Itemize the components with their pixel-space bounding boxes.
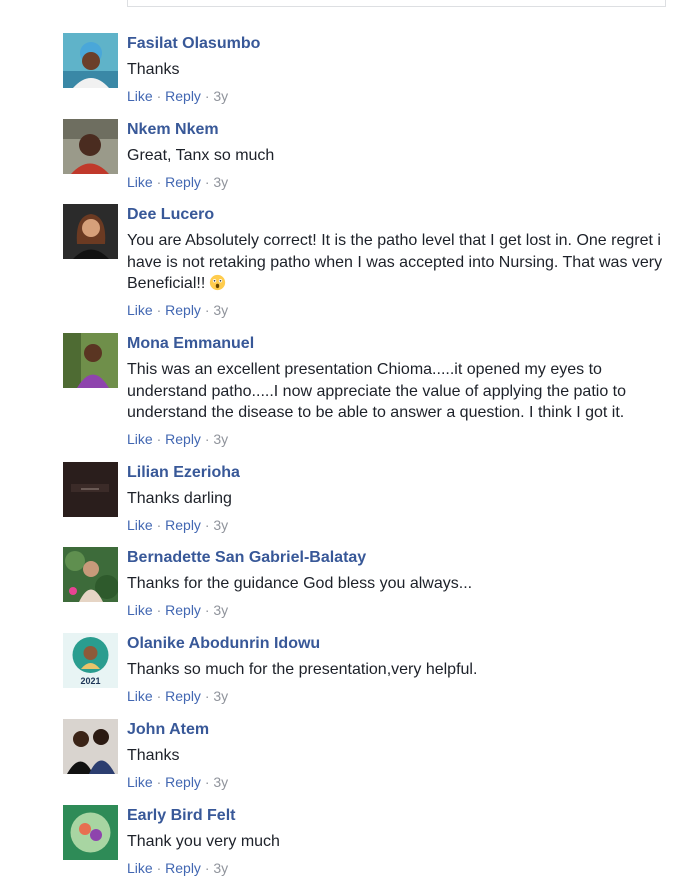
comment-actions: Like · Reply · 3y xyxy=(127,687,673,705)
comment-actions: Like · Reply · 3y xyxy=(127,601,673,619)
timestamp[interactable]: 3y xyxy=(213,517,228,533)
comment-text: This was an excellent presentation Chiom… xyxy=(127,361,627,421)
separator: · xyxy=(156,430,162,447)
comment-text: You are Absolutely correct! It is the pa… xyxy=(127,230,673,295)
comment-author[interactable]: Nkem Nkem xyxy=(127,120,673,140)
avatar[interactable] xyxy=(63,333,118,388)
separator: · xyxy=(156,301,162,318)
comment-text: Thanks xyxy=(127,61,180,78)
comment-text: Thanks so much for the presentation,very… xyxy=(127,661,478,678)
comment-author[interactable]: Mona Emmanuel xyxy=(127,334,673,354)
timestamp[interactable]: 3y xyxy=(213,174,228,190)
comment-author[interactable]: Dee Lucero xyxy=(127,205,673,225)
comment-author[interactable]: Olanike Abodunrin Idowu xyxy=(127,634,673,654)
reply-composer-box[interactable] xyxy=(127,0,666,7)
avatar[interactable] xyxy=(63,805,118,860)
separator: · xyxy=(156,601,162,618)
separator: · xyxy=(156,687,162,704)
timestamp[interactable]: 3y xyxy=(213,302,228,318)
separator: · xyxy=(204,516,210,533)
timestamp[interactable]: 3y xyxy=(213,688,228,704)
avatar[interactable] xyxy=(63,547,118,602)
comment-text: Thanks for the guidance God bless you al… xyxy=(127,575,473,592)
reply-link[interactable]: Reply xyxy=(165,688,201,704)
comment-actions: Like · Reply · 3y xyxy=(127,301,673,319)
reply-link[interactable]: Reply xyxy=(165,517,201,533)
avatar-year-text: 2021 xyxy=(80,676,100,686)
reply-link[interactable]: Reply xyxy=(165,88,201,104)
comment-actions: Like · Reply · 3y xyxy=(127,516,673,534)
like-link[interactable]: Like xyxy=(127,517,153,533)
like-link[interactable]: Like xyxy=(127,302,153,318)
reply-link[interactable]: Reply xyxy=(165,302,201,318)
comment-text-content: You are Absolutely correct! It is the pa… xyxy=(127,232,663,292)
separator: · xyxy=(204,301,210,318)
like-link[interactable]: Like xyxy=(127,688,153,704)
reply-link[interactable]: Reply xyxy=(165,774,201,790)
comment-author[interactable]: Fasilat Olasumbo xyxy=(127,34,673,54)
comment-actions: Like · Reply · 3y xyxy=(127,430,673,448)
like-link[interactable]: Like xyxy=(127,860,153,876)
avatar[interactable] xyxy=(63,119,118,174)
timestamp[interactable]: 3y xyxy=(213,431,228,447)
avatar[interactable] xyxy=(63,204,118,259)
comment-text: Thank you very much xyxy=(127,833,280,850)
like-link[interactable]: Like xyxy=(127,88,153,104)
reply-link[interactable]: Reply xyxy=(165,860,201,876)
separator: · xyxy=(156,173,162,190)
comment-actions: Like · Reply · 3y xyxy=(127,773,673,791)
separator: · xyxy=(204,601,210,618)
reply-link[interactable]: Reply xyxy=(165,431,201,447)
comment-author[interactable]: Bernadette San Gabriel-Balatay xyxy=(127,548,673,568)
separator: · xyxy=(204,87,210,104)
timestamp[interactable]: 3y xyxy=(213,88,228,104)
comment-text: Great, Tanx so much xyxy=(127,147,275,164)
comment-text: Thanks xyxy=(127,747,180,764)
comment-actions: Like · Reply · 3y xyxy=(127,859,673,877)
comment-author[interactable]: Lilian Ezerioha xyxy=(127,463,673,483)
comment-actions: Like · Reply · 3y xyxy=(127,173,673,191)
comment-text: Thanks darling xyxy=(127,490,232,507)
timestamp[interactable]: 3y xyxy=(213,860,228,876)
avatar[interactable]: 2021 xyxy=(63,633,118,688)
separator: · xyxy=(204,687,210,704)
comment-author[interactable]: Early Bird Felt xyxy=(127,806,673,826)
separator: · xyxy=(204,173,210,190)
like-link[interactable]: Like xyxy=(127,602,153,618)
separator: · xyxy=(156,859,162,876)
reply-link[interactable]: Reply xyxy=(165,174,201,190)
like-link[interactable]: Like xyxy=(127,431,153,447)
avatar[interactable] xyxy=(63,719,118,774)
avatar[interactable] xyxy=(63,462,118,517)
astonished-face-icon xyxy=(210,274,226,291)
separator: · xyxy=(204,430,210,447)
like-link[interactable]: Like xyxy=(127,174,153,190)
like-link[interactable]: Like xyxy=(127,774,153,790)
separator: · xyxy=(156,516,162,533)
separator: · xyxy=(156,773,162,790)
comment-actions: Like · Reply · 3y xyxy=(127,87,673,105)
timestamp[interactable]: 3y xyxy=(213,774,228,790)
comment-author[interactable]: John Atem xyxy=(127,720,673,740)
separator: · xyxy=(156,87,162,104)
avatar[interactable] xyxy=(63,33,118,88)
reply-link[interactable]: Reply xyxy=(165,602,201,618)
separator: · xyxy=(204,773,210,790)
timestamp[interactable]: 3y xyxy=(213,602,228,618)
separator: · xyxy=(204,859,210,876)
